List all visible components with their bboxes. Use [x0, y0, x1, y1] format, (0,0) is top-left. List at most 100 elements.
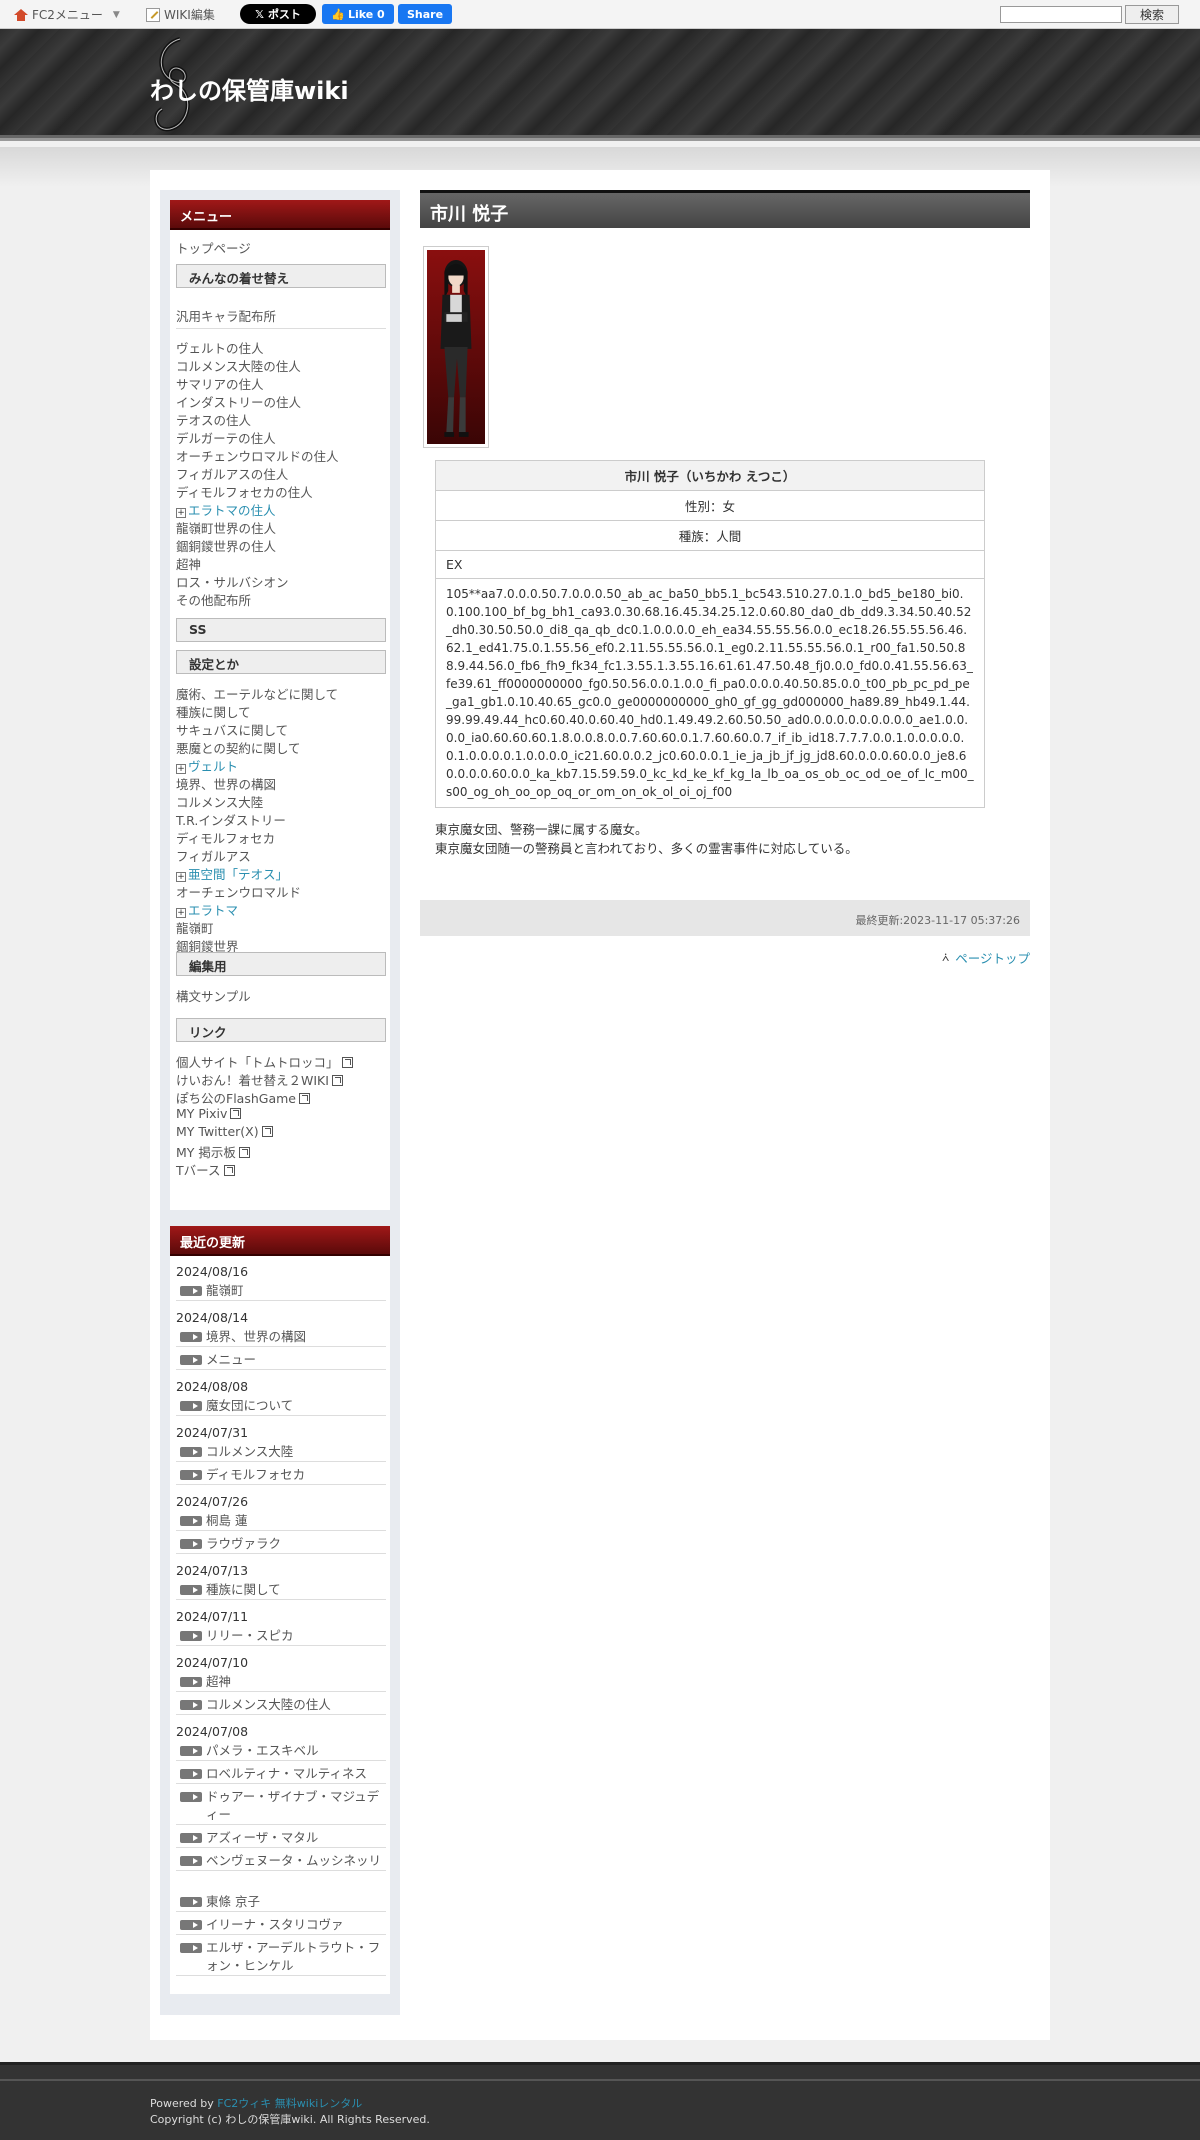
recent-item-label: メニュー: [206, 1352, 257, 1367]
expand-plus-icon[interactable]: +: [176, 508, 186, 518]
fc2-wiki-link[interactable]: FC2ウィキ 無料wikiレンタル: [217, 2097, 362, 2110]
menu-top-page[interactable]: トップページ: [176, 238, 251, 257]
recent-item[interactable]: パメラ・エスキベル: [176, 1742, 386, 1761]
menu-resident-item[interactable]: 錮銅鑁世界の住人: [176, 536, 276, 555]
recent-item[interactable]: 桐島 蓮: [176, 1512, 386, 1531]
menu-link-item[interactable]: ぽち公のFlashGame: [176, 1088, 310, 1107]
menu-settings-item[interactable]: コルメンス大陸: [176, 792, 263, 811]
menu-syntax-sample[interactable]: 構文サンプル: [176, 986, 251, 1005]
menu-resident-item[interactable]: フィガルアスの住人: [176, 464, 288, 483]
menu-link-item[interactable]: MY 掲示板: [176, 1142, 250, 1161]
recent-item[interactable]: ラウヴァラク: [176, 1535, 386, 1554]
fc2-menu[interactable]: FC2メニュー ▼: [14, 6, 120, 23]
menu-link-item[interactable]: Tバース: [176, 1160, 235, 1179]
menu-settings-item[interactable]: 魔術、エーテルなどに関して: [176, 684, 338, 703]
menu-resident-item[interactable]: インダストリーの住人: [176, 392, 301, 411]
recent-item[interactable]: 超神: [176, 1673, 386, 1692]
menu-settings-item[interactable]: ディモルフォセカ: [176, 828, 275, 847]
recent-item[interactable]: 種族に関して: [176, 1581, 386, 1600]
menu-resident-item[interactable]: コルメンス大陸の住人: [176, 356, 301, 375]
fb-like-button[interactable]: 👍 Like 0: [322, 4, 394, 24]
menu-settings-item[interactable]: T.R.インダストリー: [176, 810, 286, 829]
arrow-right-icon: [180, 1920, 202, 1930]
arrow-right-icon: [180, 1447, 202, 1457]
recent-item[interactable]: メニュー: [176, 1351, 386, 1370]
recent-item-label: ラウヴァラク: [206, 1536, 282, 1551]
fb-share-button[interactable]: Share: [398, 4, 452, 24]
recent-item[interactable]: リリー・スピカ: [176, 1627, 386, 1646]
external-link-icon: [331, 1075, 343, 1086]
menu-resident-item[interactable]: デルガーテの住人: [176, 428, 276, 447]
site-title[interactable]: わしの保管庫wiki: [150, 71, 349, 106]
menu-resident-item[interactable]: ディモルフォセカの住人: [176, 482, 313, 501]
recent-item[interactable]: コルメンス大陸: [176, 1443, 386, 1462]
expand-plus-icon[interactable]: +: [176, 872, 186, 882]
thumbs-up-icon: 👍: [331, 7, 345, 21]
external-link-icon: [238, 1147, 250, 1158]
recent-item-label: 種族に関して: [206, 1582, 281, 1597]
menu-resident-item[interactable]: 超神: [176, 554, 201, 573]
menu-velt-toggle[interactable]: + ヴェルト: [176, 756, 238, 775]
recent-item[interactable]: ロベルティナ・マルティネス: [176, 1765, 386, 1784]
arrow-right-icon: [180, 1746, 202, 1756]
menu-section-dressup: みんなの着せ替え: [176, 264, 386, 288]
page-top-link[interactable]: ⩑ ページトップ: [942, 948, 1030, 967]
search-button[interactable]: 検索: [1125, 5, 1179, 24]
menu-resident-item[interactable]: サマリアの住人: [176, 374, 264, 393]
menu-settings-item[interactable]: 境界、世界の構図: [176, 774, 276, 793]
recent-date: 2024/07/26: [176, 1494, 249, 1509]
recent-item[interactable]: 境界、世界の構図: [176, 1328, 386, 1347]
menu-settings-item[interactable]: 龍嶺町: [176, 918, 214, 937]
menu-settings-item[interactable]: 種族に関して: [176, 702, 251, 721]
menu-settings-item[interactable]: 悪魔との契約に関して: [176, 738, 301, 757]
recent-item[interactable]: イリーナ・スタリコヴァ: [176, 1916, 386, 1935]
recent-item[interactable]: ディモルフォセカ: [176, 1466, 386, 1485]
menu-resident-item[interactable]: その他配布所: [176, 590, 251, 609]
recent-item[interactable]: ドゥアー・ザイナブ・マジュディー: [176, 1788, 386, 1825]
caret-down-icon: ▼: [112, 9, 120, 20]
x-post-button[interactable]: 𝕏 ポスト: [240, 4, 316, 24]
menu-resident-item[interactable]: ロス・サルバシオン: [176, 572, 289, 591]
menu-resident-item[interactable]: テオスの住人: [176, 410, 251, 429]
character-portrait[interactable]: [423, 246, 489, 448]
menu-settings-item[interactable]: オーチェンウロマルド: [176, 882, 301, 901]
wiki-edit-link[interactable]: WIKI編集: [146, 6, 215, 23]
expand-plus-icon[interactable]: +: [176, 764, 186, 774]
menu-eratoma-residents-toggle[interactable]: + エラトマの住人: [176, 500, 276, 519]
recent-item-label: パメラ・エスキベル: [206, 1743, 319, 1758]
menu-link-item[interactable]: MY Twitter(X): [176, 1124, 273, 1139]
recent-item[interactable]: コルメンス大陸の住人: [176, 1696, 386, 1715]
menu-generic-chars[interactable]: 汎用キャラ配布所: [176, 306, 276, 325]
recent-item[interactable]: 龍嶺町: [176, 1282, 386, 1301]
recent-item-label: 魔女団について: [206, 1398, 294, 1413]
copyright: Copyright (c) わしの保管庫wiki. All Rights Res…: [150, 2113, 430, 2126]
menu-settings-item[interactable]: フィガルアス: [176, 846, 251, 865]
recent-item[interactable]: 東條 京子: [176, 1893, 386, 1912]
menu-subspace-toggle[interactable]: + 亜空間「テオス」: [176, 864, 288, 883]
last-modified: 最終更新:2023-11-17 05:37:26: [420, 900, 1030, 936]
menu-link-item[interactable]: 個人サイト「トムトロッコ」: [176, 1052, 353, 1071]
profile-header: 市川 悦子（いちかわ えつこ）: [435, 460, 985, 491]
recent-item[interactable]: ベンヴェヌータ・ムッシネッリ: [176, 1852, 386, 1871]
menu-link-item[interactable]: けいおん！着せ替え２WIKI: [176, 1070, 343, 1089]
recent-date: 2024/08/16: [176, 1264, 249, 1279]
recent-item-label: 境界、世界の構図: [206, 1329, 307, 1344]
menu-settings-item[interactable]: サキュバスに関して: [176, 720, 288, 739]
menu-resident-item[interactable]: 龍嶺町世界の住人: [176, 518, 276, 537]
recent-item[interactable]: 魔女団について: [176, 1397, 386, 1416]
top-toolbar: FC2メニュー ▼ WIKI編集 𝕏 ポスト 👍 Like 0 Share 検索: [0, 0, 1200, 29]
expand-plus-icon[interactable]: +: [176, 908, 186, 918]
description-line: 東京魔女団、警務一課に属する魔女。: [435, 822, 648, 837]
recent-item[interactable]: エルザ・アーデルトラウト・フォン・ヒンケル: [176, 1939, 386, 1976]
recent-item-label: エルザ・アーデルトラウト・フォン・ヒンケル: [206, 1940, 381, 1973]
page-container: メニュー トップページ みんなの着せ替え 汎用キャラ配布所 ヴェルトの住人 コル…: [150, 170, 1050, 2040]
menu-section-ss[interactable]: SS: [176, 618, 386, 642]
menu-resident-item[interactable]: ヴェルトの住人: [176, 338, 264, 357]
menu-link-item[interactable]: MY Pixiv: [176, 1106, 242, 1121]
menu-eratoma-toggle[interactable]: + エラトマ: [176, 900, 238, 919]
recent-item[interactable]: アズィーザ・マタル: [176, 1829, 386, 1848]
profile-gender: 性別：女: [435, 490, 985, 521]
menu-resident-item[interactable]: オーチェンウロマルドの住人: [176, 446, 339, 465]
external-link-icon: [298, 1093, 310, 1104]
search-input[interactable]: [1000, 6, 1122, 23]
